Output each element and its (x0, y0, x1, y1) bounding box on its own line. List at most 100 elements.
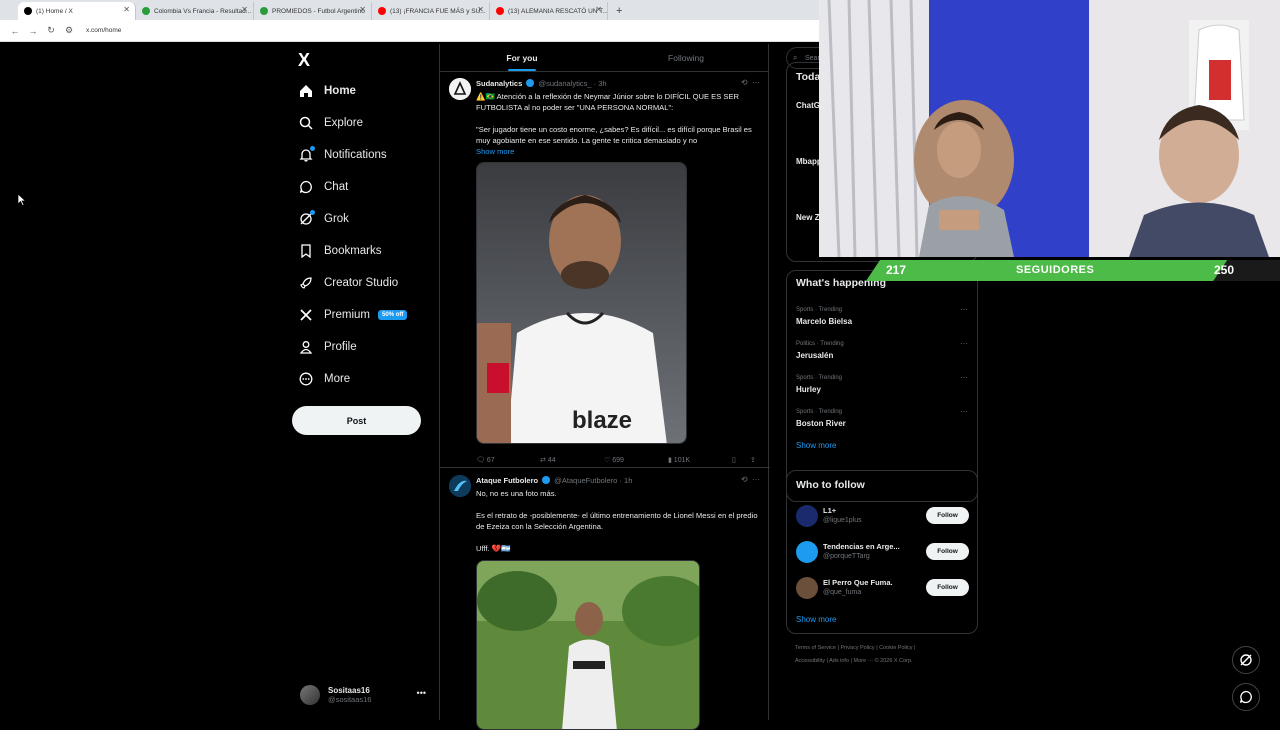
bookmark-icon[interactable]: ▯ (732, 456, 736, 464)
browser-tab[interactable]: Colombia Vs Francia - Resultad... ✕ (136, 2, 254, 20)
followers-current: 217 (886, 263, 907, 277)
reload-icon[interactable]: ↻ (42, 25, 60, 36)
footer-links[interactable]: Terms of Service | Privacy Policy | Cook… (795, 645, 915, 651)
sidebar-item-chat[interactable]: Chat (298, 175, 348, 199)
grok-float-button[interactable] (1232, 646, 1260, 674)
close-icon[interactable]: ✕ (123, 5, 130, 14)
sidebar-item-label: Premium (324, 309, 371, 321)
left-sidebar: X Home Explore Notifications Chat Grok Bookma… (290, 44, 438, 720)
sidebar-item-bookmarks[interactable]: Bookmarks (298, 239, 382, 263)
grok-icon[interactable]: ⟲ (741, 78, 748, 87)
browser-tab[interactable]: (13) ¡FRANCIA FUE MÁS y SU... ✕ (372, 2, 490, 20)
rocket-icon (298, 275, 314, 291)
tab-favicon-icon (496, 7, 504, 15)
show-more-trends-link[interactable]: Show more (796, 441, 836, 450)
messages-float-button[interactable] (1232, 683, 1260, 711)
more-icon[interactable]: ··· (752, 78, 760, 87)
more-icon[interactable]: ··· (752, 475, 760, 484)
repost-button[interactable]: ⇄ 44 (540, 456, 556, 464)
bell-icon (298, 146, 315, 163)
sidebar-item-premium[interactable]: Premium 50% off (298, 303, 408, 327)
tweet[interactable]: Ataque Futbolero @AtaqueFutbolero · 1h ⟲… (440, 475, 770, 730)
sidebar-item-label: Explore (324, 117, 363, 129)
follow-button[interactable]: Follow (926, 579, 969, 596)
avatar[interactable] (796, 577, 818, 599)
tweet-time[interactable]: · 1h (619, 476, 632, 485)
avatar[interactable] (449, 475, 471, 497)
avatar[interactable] (796, 541, 818, 563)
tab-title: Colombia Vs Francia - Resultad... (154, 7, 252, 15)
tab-following[interactable]: Following (604, 44, 768, 71)
more-icon[interactable]: ··· (960, 407, 968, 416)
tweet-image[interactable] (476, 560, 700, 730)
trend-name: Hurley (796, 385, 821, 394)
tweet-author-name[interactable]: Ataque Futbolero (476, 476, 538, 485)
followers-goal: 250 (1214, 263, 1235, 277)
x-logo-icon[interactable]: X (298, 50, 310, 71)
forward-icon[interactable]: → (24, 26, 42, 36)
home-icon (298, 83, 314, 99)
share-icon[interactable]: ⇪ (750, 456, 756, 464)
close-icon[interactable]: ✕ (477, 5, 484, 14)
browser-tab[interactable]: PROMIEDOS - Futbol Argentino ✕ (254, 2, 372, 20)
tweet-text-end: Ufff. 💔🇦🇷 (476, 544, 511, 553)
grok-icon[interactable]: ⟲ (741, 475, 748, 484)
reply-button[interactable]: 🗨 67 (476, 456, 495, 464)
verified-icon (526, 79, 535, 87)
chat-icon (298, 179, 314, 195)
back-icon[interactable]: ← (6, 26, 24, 36)
sidebar-item-explore[interactable]: Explore (298, 111, 363, 135)
tweet-image[interactable]: blaze (476, 162, 687, 444)
new-tab-button[interactable]: + (616, 2, 622, 20)
followers-label: SEGUIDORES (1016, 264, 1095, 276)
tweet-author-handle[interactable]: @AtaqueFutbolero (554, 476, 617, 485)
post-button[interactable]: Post (292, 406, 421, 435)
close-icon[interactable]: ✕ (359, 5, 366, 14)
sidebar-item-home[interactable]: Home (298, 79, 356, 103)
suggestion-handle: @ligue1plus (823, 517, 862, 524)
close-icon[interactable]: ✕ (241, 5, 248, 14)
sidebar-item-more[interactable]: More (298, 367, 350, 391)
trend-category: Sports · Trending (796, 307, 843, 313)
sidebar-item-label: Grok (324, 213, 349, 225)
sidebar-item-grok[interactable]: Grok (298, 207, 349, 231)
show-more-follow-link[interactable]: Show more (796, 615, 836, 624)
more-icon[interactable]: ··· (960, 339, 968, 348)
sidebar-item-profile[interactable]: Profile (298, 335, 357, 359)
avatar[interactable] (796, 505, 818, 527)
tab-for-you[interactable]: For you (440, 44, 604, 71)
more-icon[interactable]: ··· (960, 373, 968, 382)
tweet-text-continued: "Ser jugador tiene un costo enorme, ¿sab… (476, 125, 752, 145)
tweet-time[interactable]: · 3h (594, 79, 607, 88)
more-icon[interactable]: ··· (960, 305, 968, 314)
avatar[interactable] (449, 78, 471, 100)
tweet[interactable]: Sudanalytics @sudanalytics_ · 3h ⟲ ··· ⚠… (440, 78, 770, 473)
whats-happening-card: What's happening Sports · Trending Marcel… (786, 270, 978, 502)
show-more-link[interactable]: Show more (476, 146, 761, 157)
browser-tab[interactable]: (1) Home / X ✕ (18, 2, 136, 20)
tab-title: (13) ¡FRANCIA FUE MÁS y SU... (390, 7, 486, 15)
tab-favicon-icon (260, 7, 268, 15)
verified-icon (542, 476, 551, 484)
sidebar-item-label: Home (324, 85, 356, 97)
like-button[interactable]: ♡ 699 (604, 456, 624, 464)
follower-goal-bar: 217 SEGUIDORES 250 (866, 260, 1280, 281)
sidebar-item-notifications[interactable]: Notifications (298, 143, 387, 167)
follow-button[interactable]: Follow (926, 507, 969, 524)
webcam-overlay (819, 0, 1280, 257)
url-field[interactable]: x.com/home (86, 27, 121, 34)
sidebar-item-creator-studio[interactable]: Creator Studio (298, 271, 398, 295)
views-button[interactable]: ▮ 101K (668, 456, 690, 464)
footer-links-2[interactable]: Accessibility | Ads info | More ··· © 20… (795, 658, 913, 664)
sidebar-item-label: Notifications (324, 149, 387, 161)
close-icon[interactable]: ✕ (595, 5, 602, 14)
account-switcher[interactable]: Sositaas16 @sositaas16 ••• (300, 682, 432, 708)
site-info-icon[interactable]: ⚙ (60, 25, 78, 36)
suggestion-handle: @que_fuma (823, 589, 862, 596)
browser-tab[interactable]: (13) ALEMANIA RESCATÓ UN T... ✕ (490, 2, 608, 20)
more-icon[interactable]: ••• (417, 688, 426, 698)
tab-favicon-icon (378, 7, 386, 15)
follow-button[interactable]: Follow (926, 543, 969, 560)
tweet-author-name[interactable]: Sudanalytics (476, 79, 522, 88)
tweet-author-handle[interactable]: @sudanalytics_ (538, 79, 591, 88)
